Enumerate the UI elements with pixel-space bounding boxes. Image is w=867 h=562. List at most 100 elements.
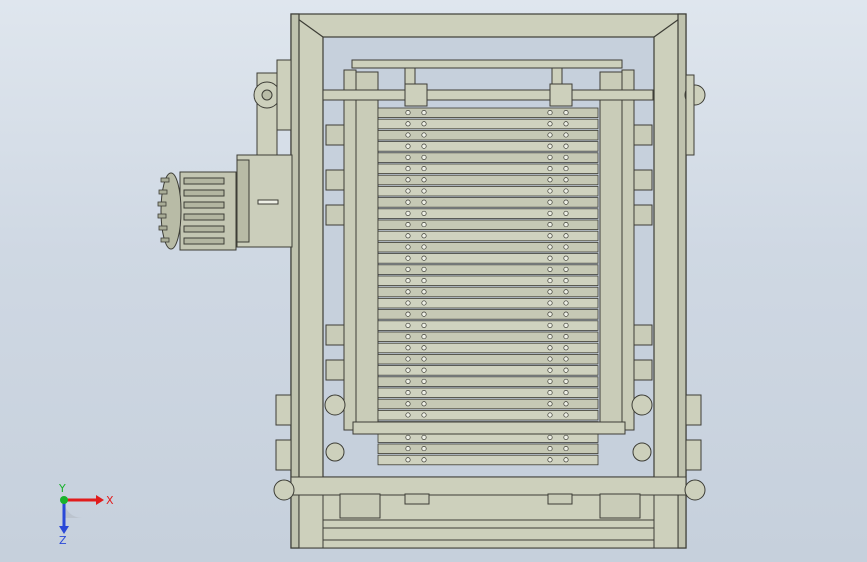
slat-bolt [405,311,411,317]
slat-bolt [405,322,411,328]
slat-bolt [563,199,569,205]
slat-bolt [421,188,427,194]
slat-bolt [547,110,553,116]
slat-bolt [405,345,411,351]
slat-bolt [547,132,553,138]
slat-bolt [421,401,427,407]
slat-bolt [563,154,569,160]
slat-bolt [547,188,553,194]
slat-bolt [563,412,569,418]
slat-bolt [405,188,411,194]
slat-bolt [547,289,553,295]
slat-bolt [563,188,569,194]
slat-bolt [405,356,411,362]
slat-bolt [547,434,553,440]
slat-bolt [405,266,411,272]
slat-bolt [421,233,427,239]
slat-bolt [405,222,411,228]
slat-bolt [563,222,569,228]
slat-bolt [421,177,427,183]
slat-bolt [421,244,427,250]
slat-bolt [421,110,427,116]
slat-bolt [547,457,553,463]
slat-bolt [563,401,569,407]
slat-bolt [421,457,427,463]
slat-bolt [547,278,553,284]
slat-bolt [405,143,411,149]
slat-bolt [421,255,427,261]
slat-bolt [405,110,411,116]
slat-bolt [421,266,427,272]
slat-bolt [405,446,411,452]
slat-bolt [547,300,553,306]
slat-bolt [547,345,553,351]
slat-bolt [421,446,427,452]
slat-bolt [547,356,553,362]
slat-bolt [563,166,569,172]
slat-bolt [563,334,569,340]
slat-bolt [563,255,569,261]
slat-bolt [563,266,569,272]
slat-bolt [405,401,411,407]
slat-bolt [421,322,427,328]
slat-bolt [547,266,553,272]
x-axis-label: X [106,494,114,507]
slat-bolt [405,244,411,250]
slat-bolt [547,244,553,250]
slat-bolt [421,121,427,127]
y-axis-dot [60,496,68,504]
slat-bolt [547,143,553,149]
slat-bolt [421,378,427,384]
slat-bolt [405,177,411,183]
slat-bolt [405,199,411,205]
slat-bolt [421,166,427,172]
slat-bolt [547,166,553,172]
slat-bolt [563,322,569,328]
slat-bolt [563,434,569,440]
slat-bolt [421,278,427,284]
slat-bolt [421,210,427,216]
slat-bolt [563,278,569,284]
slat-bolt [547,210,553,216]
slat-bolt [405,457,411,463]
slat-bolt [421,143,427,149]
slat-bolt [563,356,569,362]
slat-bolt [405,278,411,284]
z-axis-label: Z [59,534,67,547]
slat-bolt [563,244,569,250]
slat-bolt [405,166,411,172]
slat-bolt [547,390,553,396]
gear-motor[interactable] [157,154,293,251]
slat-bolt [547,322,553,328]
slat-bolt [421,412,427,418]
slat-bolt [421,222,427,228]
slat-bolt [405,367,411,373]
slat-bolt [421,132,427,138]
slat-bolt [421,289,427,295]
slat-bolt [563,289,569,295]
slat-bolt [405,434,411,440]
slat-bolt [547,177,553,183]
slat-bolt [421,154,427,160]
slat-bolt [563,311,569,317]
slat-bolt [547,233,553,239]
slat-bolt [405,412,411,418]
slat-bolt [547,401,553,407]
slat-bolt [547,121,553,127]
cad-model-viewport[interactable] [0,0,867,562]
y-axis-label: Y [58,482,66,495]
slat-bolt [563,233,569,239]
slat-bolt [405,289,411,295]
slat-bolt [405,233,411,239]
slat-bolt [547,378,553,384]
slat-bolt [563,177,569,183]
slat-bolt [405,300,411,306]
slat-bolt [563,390,569,396]
slat-bolt [563,210,569,216]
slat-bolt [547,412,553,418]
slat-bolt [421,356,427,362]
slat-bolt [547,311,553,317]
slat-bolt [547,367,553,373]
slat-bolt [421,434,427,440]
slat-bolt [563,457,569,463]
